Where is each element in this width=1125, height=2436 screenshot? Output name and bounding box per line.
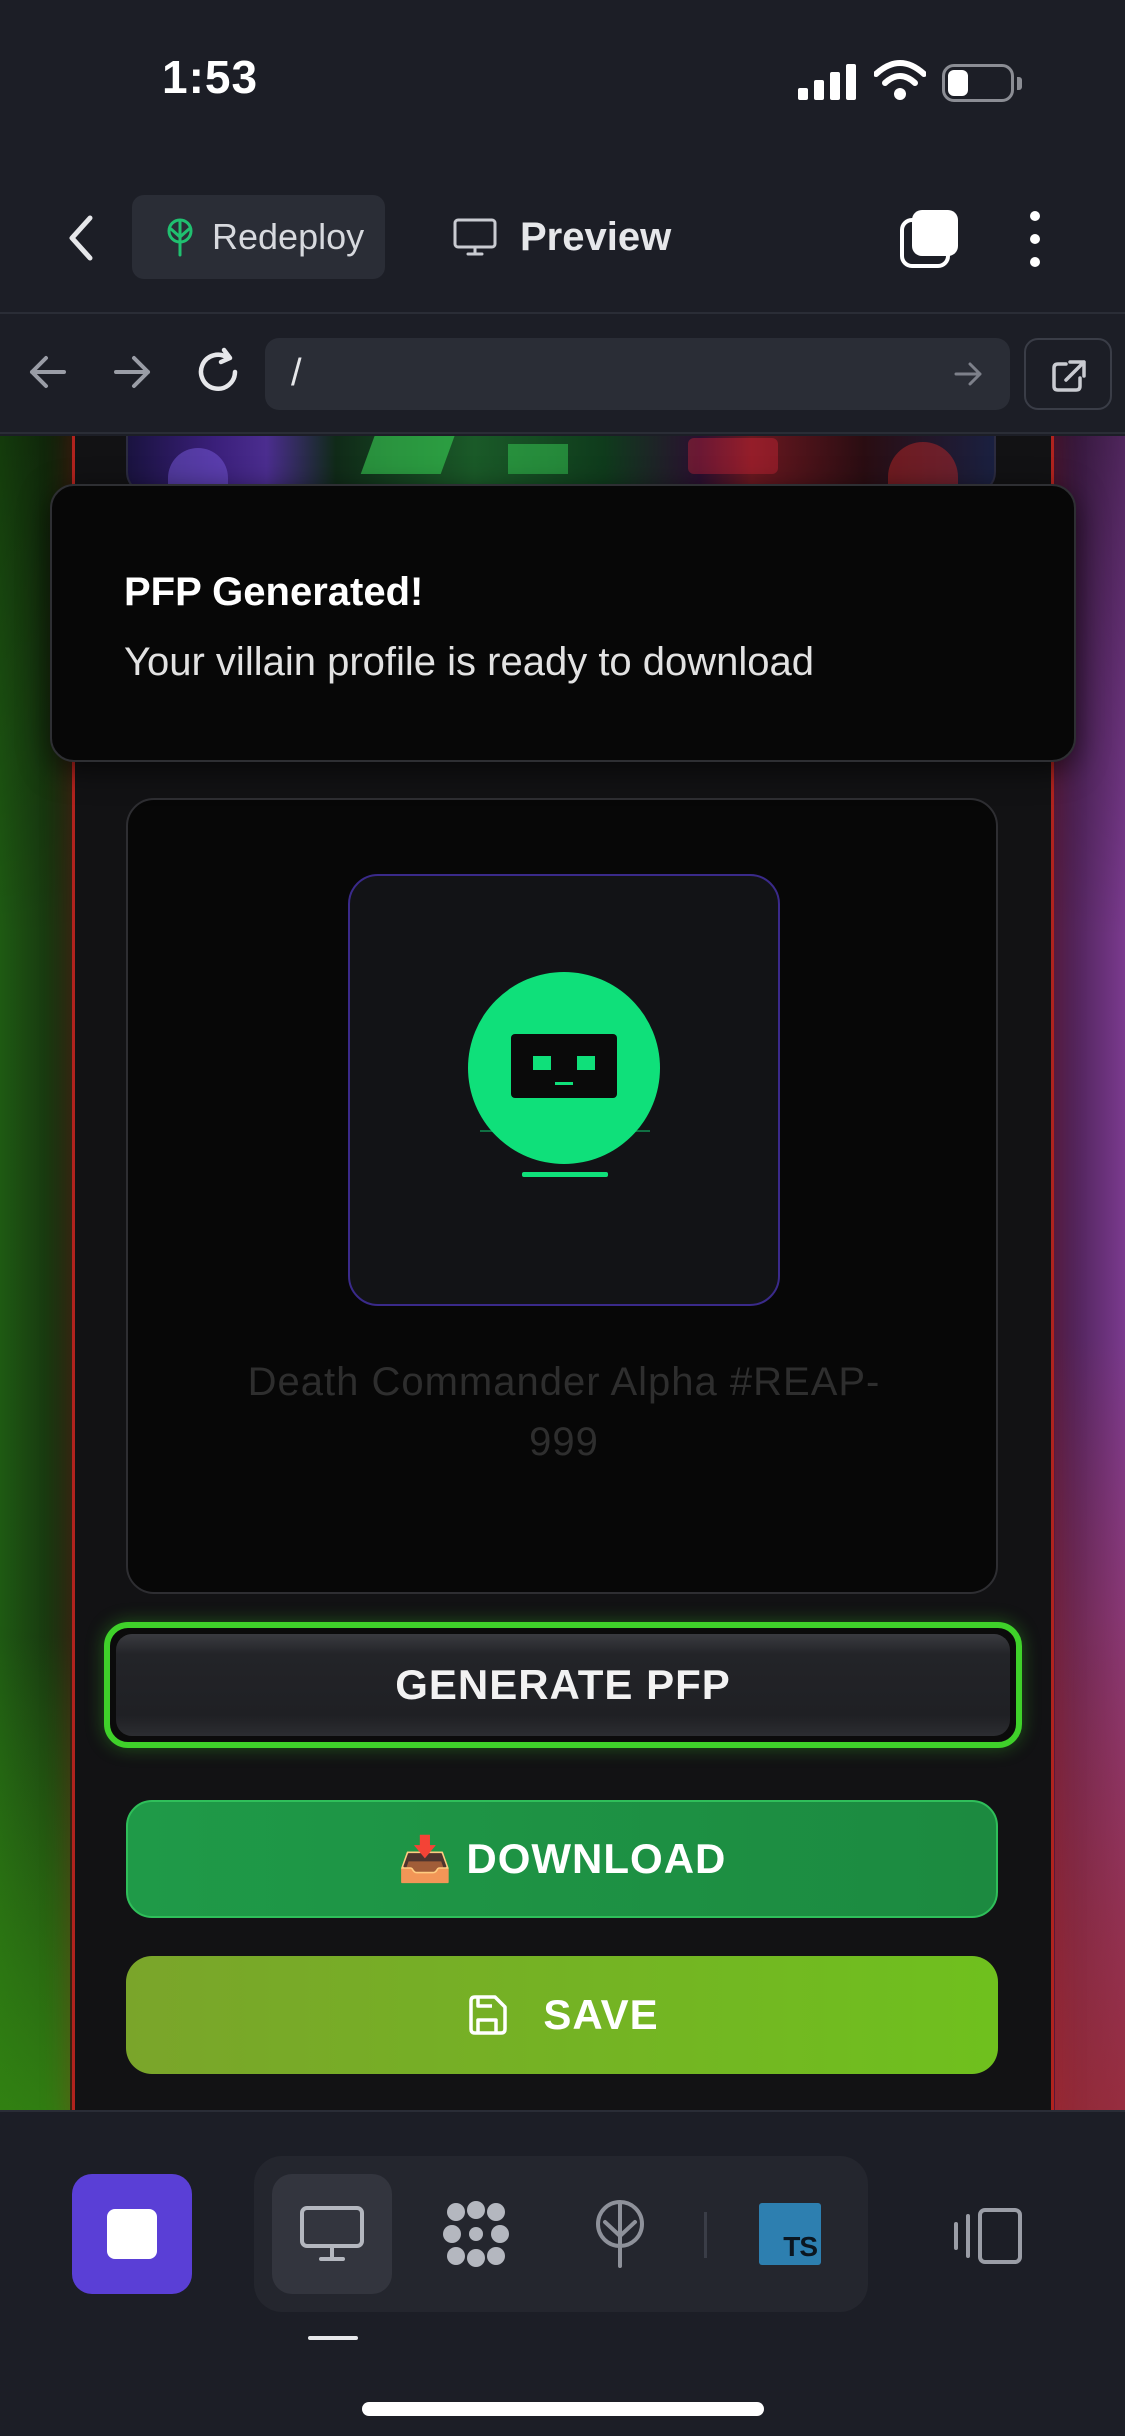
cellular-signal-icon (798, 64, 856, 100)
preview-label: Preview (520, 214, 672, 259)
redeploy-label: Redeploy (212, 216, 365, 257)
stop-icon (107, 2209, 157, 2259)
tool-modules[interactable] (416, 2174, 536, 2294)
generate-pfp-button[interactable]: GENERATE PFP (104, 1622, 1022, 1748)
pfp-name: Death Commander Alpha #REAP- 999 (188, 1352, 940, 1472)
modules-icon (443, 2201, 509, 2267)
generate-pfp-label: GENERATE PFP (395, 1661, 731, 1708)
background-glow-right (1055, 1336, 1125, 2110)
save-button[interactable]: SAVE (126, 1956, 998, 2074)
panel-layout-icon[interactable] (952, 2206, 1026, 2266)
preview-viewport: PFP Generated! Your villain profile is r… (0, 436, 1125, 2110)
open-external-button[interactable] (1024, 338, 1112, 410)
avatar-collar (522, 1172, 608, 1177)
typescript-badge-text: TS (783, 2231, 818, 2262)
preview-tab[interactable]: Preview (452, 195, 671, 279)
bottom-toolbar: TS (0, 2110, 1125, 2436)
app-header: Redeploy Preview (0, 160, 1125, 314)
download-label: DOWNLOAD (466, 1835, 727, 1882)
wifi-icon (874, 60, 926, 100)
stop-button[interactable] (72, 2174, 192, 2294)
external-link-icon (1052, 360, 1086, 392)
pfp-avatar-frame (348, 874, 780, 1306)
deploy-tree-icon (596, 2200, 644, 2268)
status-time: 1:53 (162, 51, 259, 103)
toast-message: Your villain profile is ready to downloa… (124, 640, 815, 684)
success-toast: PFP Generated! Your villain profile is r… (50, 484, 1076, 762)
monitor-icon (453, 218, 497, 256)
battery-icon (942, 64, 1022, 102)
toast-title: PFP Generated! (124, 570, 424, 614)
arrow-right-icon[interactable] (104, 344, 160, 400)
home-indicator (362, 2402, 764, 2416)
download-tray-icon: 📥 (397, 1835, 453, 1884)
more-vertical-icon[interactable] (1020, 208, 1050, 270)
save-label: SAVE (543, 1991, 659, 2038)
tool-group: TS (254, 2156, 868, 2312)
tool-deploy[interactable] (560, 2174, 680, 2294)
chevron-left-icon[interactable] (52, 208, 112, 268)
status-bar: 1:53 (0, 0, 1125, 160)
redeploy-button[interactable]: Redeploy (132, 195, 385, 279)
tool-typescript[interactable]: TS (730, 2174, 850, 2294)
robot-avatar-icon (468, 972, 660, 1164)
pfp-card: Death Commander Alpha #REAP- 999 (126, 798, 998, 1594)
arrow-left-icon[interactable] (20, 344, 76, 400)
deploy-tree-icon (167, 218, 193, 257)
background-glow-left (0, 1636, 70, 2110)
toolbar-divider (704, 2212, 707, 2258)
tabs-icon[interactable] (898, 208, 960, 270)
arrow-right-icon[interactable] (948, 354, 988, 394)
save-disk-icon (469, 1995, 508, 2035)
pfp-name-line-1: Death Commander Alpha #REAP- (247, 1360, 881, 1404)
url-text: / (291, 352, 302, 394)
active-tab-indicator (308, 2336, 358, 2340)
typescript-icon: TS (759, 2203, 821, 2265)
monitor-icon (300, 2206, 364, 2261)
pfp-name-line-2: 999 (529, 1420, 599, 1464)
reload-icon[interactable] (190, 344, 246, 400)
tool-preview[interactable] (272, 2174, 392, 2294)
download-button[interactable]: 📥 DOWNLOAD (126, 1800, 998, 1918)
browser-bar: / (0, 314, 1125, 434)
url-input[interactable]: / (265, 338, 1010, 410)
avatar-visor (511, 1034, 617, 1098)
